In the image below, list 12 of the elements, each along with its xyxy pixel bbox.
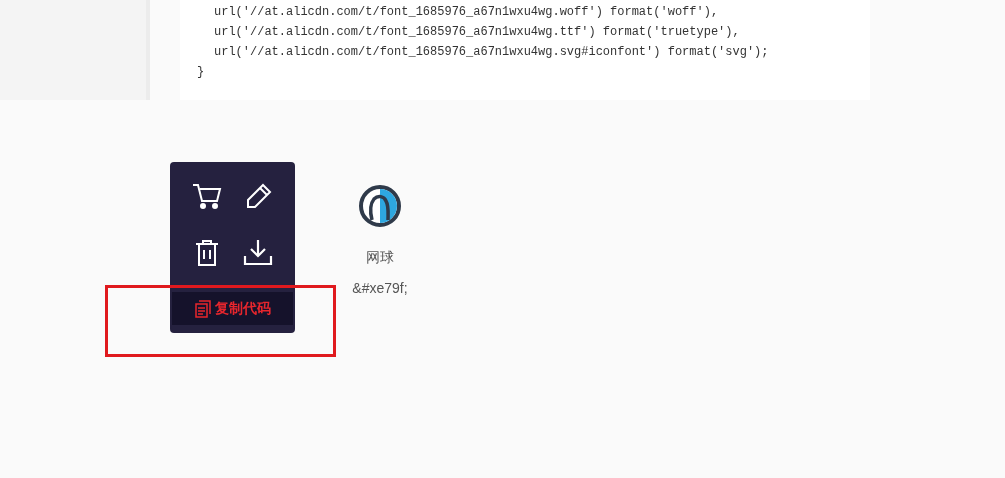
copy-code-button[interactable]: 复制代码 [172,292,293,325]
code-line: url('//at.alicdn.com/t/font_1685976_a67n1wxu4wg.woff') format('woff'), [213,4,720,21]
code-line: } [196,64,206,81]
document-icon [194,299,211,318]
code-line: url('//at.alicdn.com/t/font_1685976_a67n1wxu4wg.svg#iconfont') format('svg'); [213,44,770,61]
download-icon[interactable] [242,238,273,266]
icon-name: 网球 [366,248,394,267]
shopping-cart-icon[interactable] [192,182,223,210]
icon-code: &#xe79f; [352,279,408,298]
code-line: url('//at.alicdn.com/t/font_1685976_a67n1wxu4wg.ttf') format('truetype'), [213,24,741,41]
trash-icon[interactable] [194,238,221,268]
tennis-ball-icon [358,184,402,228]
